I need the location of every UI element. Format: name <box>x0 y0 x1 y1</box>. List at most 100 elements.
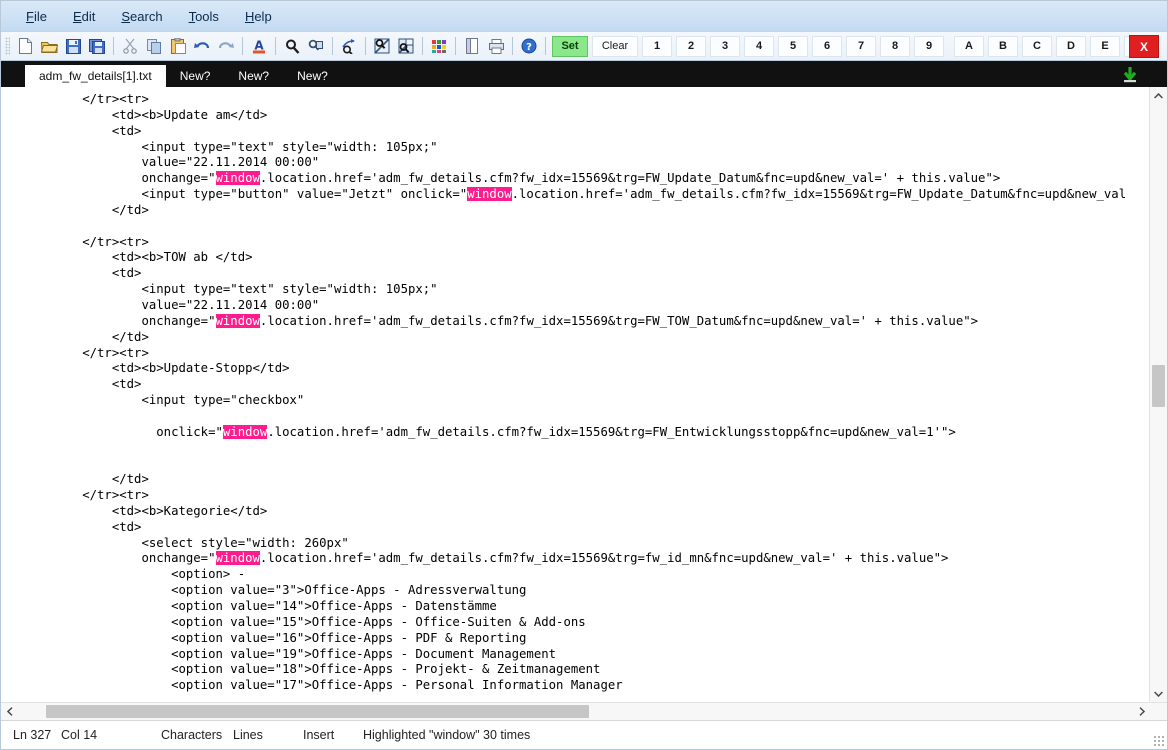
highlight-all-icon[interactable] <box>371 35 393 57</box>
print-icon[interactable] <box>485 35 507 57</box>
code-line: <input type="checkbox" <box>23 393 305 408</box>
marker-button-clear[interactable]: Clear <box>592 35 638 57</box>
tab-0[interactable]: adm_fw_details[1].txt <box>25 65 166 87</box>
scroll-right-icon[interactable] <box>1133 703 1150 720</box>
resize-grip[interactable] <box>1153 735 1165 747</box>
scroll-down-icon[interactable] <box>1150 685 1167 702</box>
font-color-icon[interactable]: A <box>248 35 270 57</box>
toolbar-separator <box>275 37 276 55</box>
highlight-word-icon[interactable] <box>395 35 417 57</box>
svg-text:?: ? <box>526 42 532 53</box>
menu-edit[interactable]: Edit <box>62 6 106 27</box>
cut-icon[interactable] <box>119 35 141 57</box>
color-palette-icon[interactable] <box>428 35 450 57</box>
marker-button-4[interactable]: 4 <box>744 35 774 57</box>
highlighted-term: window <box>215 171 260 186</box>
marker-button-3[interactable]: 3 <box>710 35 740 57</box>
toolbar-grip[interactable] <box>5 37 10 55</box>
open-folder-icon[interactable] <box>38 35 60 57</box>
status-insert-mode[interactable]: Insert <box>303 728 363 742</box>
save-icon[interactable] <box>62 35 84 57</box>
status-highlight-info: Highlighted "window" 30 times <box>363 728 531 742</box>
download-arrow-icon[interactable] <box>1119 65 1141 85</box>
horizontal-scrollbar[interactable] <box>1 702 1167 720</box>
code-line: onchange="window.location.href='adm_fw_d… <box>23 171 1001 186</box>
menu-tools[interactable]: Tools <box>178 6 230 27</box>
tab-bar: adm_fw_details[1].txt New? New? New? <box>1 61 1167 87</box>
marker-button-2[interactable]: 2 <box>676 35 706 57</box>
code-line: value="22.11.2014 00:00" <box>23 297 320 312</box>
new-file-icon[interactable] <box>14 35 36 57</box>
vertical-scrollbar[interactable] <box>1149 87 1167 702</box>
status-characters: Characters <box>161 728 223 742</box>
highlighted-term: window <box>215 313 260 328</box>
code-line: </tr><tr> <box>23 345 149 360</box>
toolbar-separator <box>242 37 243 55</box>
code-line: <td><b>Update-Stopp</td> <box>23 361 290 376</box>
status-bar: Ln 327 Col 14 Characters Lines Insert Hi… <box>1 720 1167 749</box>
horizontal-scroll-thumb[interactable] <box>46 705 589 718</box>
scrollbar-corner <box>1150 703 1167 720</box>
redo-icon[interactable] <box>215 35 237 57</box>
code-line: value="22.11.2014 00:00" <box>23 155 320 170</box>
code-line: <td> <box>23 377 142 392</box>
tab-list: adm_fw_details[1].txt New? New? New? <box>25 65 342 87</box>
menu-file[interactable]: File <box>15 6 58 27</box>
marker-button-c[interactable]: C <box>1022 35 1052 57</box>
print-preview-icon[interactable] <box>461 35 483 57</box>
code-line: <td> <box>23 123 142 138</box>
find-icon[interactable] <box>281 35 303 57</box>
code-line: <td><b>TOW ab </td> <box>23 250 253 265</box>
menu-search[interactable]: Search <box>110 6 173 27</box>
code-text[interactable]: </tr><tr> <td><b>Update am</td> <td> <in… <box>1 87 1149 694</box>
tab-2[interactable]: New? <box>224 65 283 87</box>
marker-button-6[interactable]: 6 <box>812 35 842 57</box>
undo-icon[interactable] <box>191 35 213 57</box>
code-editor[interactable]: </tr><tr> <td><b>Update am</td> <td> <in… <box>1 87 1149 702</box>
code-line: </tr><tr> <box>23 488 149 503</box>
marker-button-5[interactable]: 5 <box>778 35 808 57</box>
paste-icon[interactable] <box>167 35 189 57</box>
marker-button-9[interactable]: 9 <box>914 35 944 57</box>
code-line: <option value="17">Office-Apps - Persona… <box>23 678 623 693</box>
find-in-files-icon[interactable] <box>305 35 327 57</box>
marker-button-8[interactable]: 8 <box>880 35 910 57</box>
code-line: <option> - <box>23 567 246 582</box>
code-line: <option value="14">Office-Apps - Datenst… <box>23 599 497 613</box>
save-all-icon[interactable] <box>86 35 108 57</box>
text-editor-window: File Edit Search Tools Help A ? Set Clea… <box>0 0 1168 750</box>
copy-icon[interactable] <box>143 35 165 57</box>
highlighted-term: window <box>467 187 512 202</box>
marker-button-1[interactable]: 1 <box>642 35 672 57</box>
status-column: Col 14 <box>61 728 98 742</box>
status-lines: Lines <box>233 728 263 742</box>
marker-button-7[interactable]: 7 <box>846 35 876 57</box>
help-icon[interactable]: ? <box>518 35 540 57</box>
vertical-scroll-thumb[interactable] <box>1152 365 1165 407</box>
code-line: <td><b>Update am</td> <box>23 107 268 122</box>
highlighted-term: window <box>222 424 268 439</box>
svg-text:A: A <box>254 39 264 53</box>
toolbar: A ? Set Clear 1 2 3 4 5 6 7 8 9 A B C D … <box>1 32 1167 61</box>
marker-button-d[interactable]: D <box>1056 35 1086 57</box>
marker-button-set[interactable]: Set <box>552 35 588 57</box>
close-button[interactable]: X <box>1129 35 1159 58</box>
tab-3[interactable]: New? <box>283 65 342 87</box>
code-line: </tr><tr> <box>23 234 149 249</box>
scroll-up-icon[interactable] <box>1150 87 1167 104</box>
marker-button-a[interactable]: A <box>954 35 984 57</box>
toolbar-separator <box>422 37 423 55</box>
code-line: <option value="15">Office-Apps - Office-… <box>23 614 586 629</box>
code-line: <option value="19">Office-Apps - Documen… <box>23 646 557 661</box>
code-line: <input type="text" style="width: 105px;" <box>23 282 438 297</box>
menu-help[interactable]: Help <box>234 6 283 27</box>
marker-button-b[interactable]: B <box>988 35 1018 57</box>
tab-1[interactable]: New? <box>166 65 225 87</box>
code-line: </tr><tr> <box>23 92 149 106</box>
goto-line-icon[interactable] <box>338 35 360 57</box>
scroll-left-icon[interactable] <box>1 703 18 720</box>
toolbar-separator <box>545 37 546 55</box>
marker-button-e[interactable]: E <box>1090 35 1120 57</box>
